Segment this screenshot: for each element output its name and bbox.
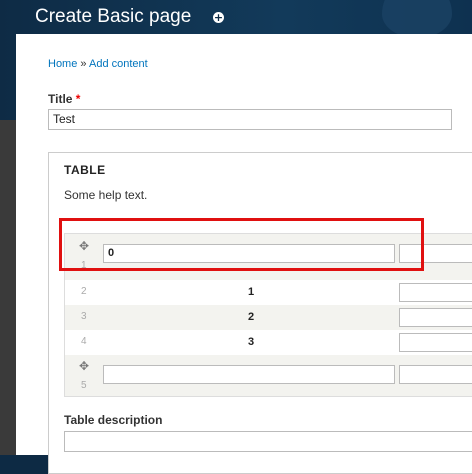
breadcrumb: Home » Add content — [48, 58, 148, 70]
page-title: Create Basic page — [35, 6, 192, 27]
table-help-text: Some help text. — [64, 188, 148, 202]
breadcrumb-add-content-link[interactable]: Add content — [89, 58, 148, 70]
table-row: ✥ 5 — [65, 355, 472, 396]
drag-handle-icon[interactable]: ✥ — [78, 360, 90, 372]
table-description-label: Table description — [64, 413, 163, 427]
title-label: Title * — [48, 92, 80, 106]
breadcrumb-home-link[interactable]: Home — [48, 58, 77, 70]
row-weight: 3 — [81, 311, 87, 322]
drupal-drop-logo — [382, 0, 452, 38]
required-marker: * — [75, 92, 81, 106]
table-fieldset: TABLE Some help text. ✥ 1 0 2 1 3 2 4 3 … — [48, 152, 472, 474]
cell-input[interactable] — [103, 365, 395, 384]
cell-value: 2 — [248, 311, 255, 323]
table-row: 4 3 — [65, 330, 472, 355]
row-weight: 4 — [81, 336, 87, 347]
cell-value: 3 — [248, 336, 255, 348]
highlight-box — [59, 218, 424, 271]
cell-input[interactable] — [399, 308, 472, 327]
row-weight: 2 — [81, 286, 87, 297]
cell-input[interactable] — [399, 365, 472, 384]
plus-circle-icon[interactable]: + — [213, 12, 224, 23]
table-row: 2 1 — [65, 280, 472, 305]
title-label-text: Title — [48, 92, 73, 106]
table-row: 3 2 — [65, 305, 472, 330]
table-description-input[interactable] — [64, 431, 472, 452]
cell-input[interactable] — [399, 283, 472, 302]
breadcrumb-separator: » — [80, 58, 87, 70]
row-weight: 5 — [81, 380, 87, 391]
overlay-backdrop — [0, 120, 16, 455]
table-fieldset-legend: TABLE — [64, 163, 106, 177]
cell-value: 1 — [248, 286, 255, 298]
cell-input[interactable] — [399, 333, 472, 352]
title-input[interactable]: Test — [48, 109, 452, 130]
